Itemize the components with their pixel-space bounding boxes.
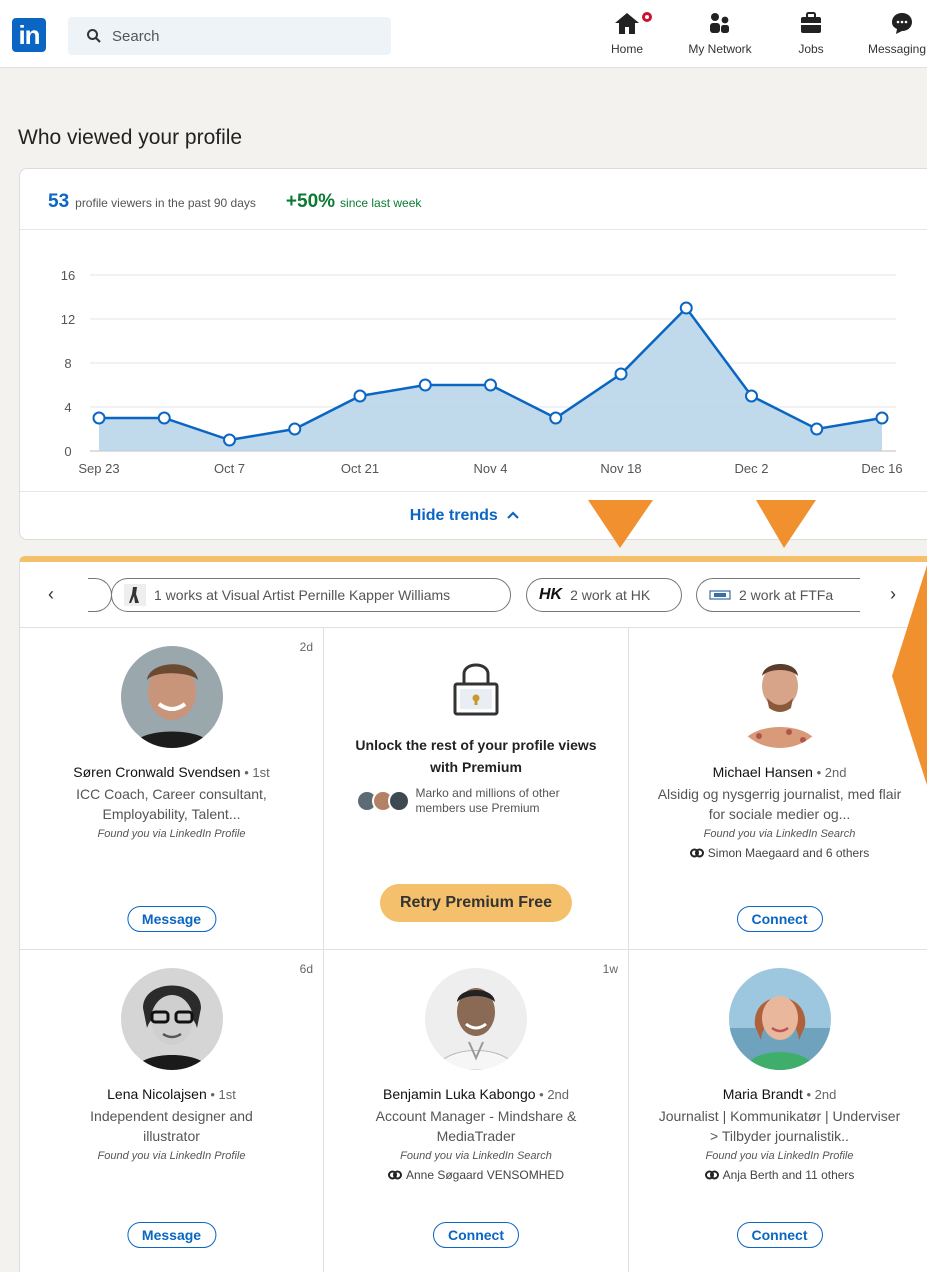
annotation-arrow-down: [756, 500, 816, 548]
annotation-arrow-down: [588, 500, 653, 548]
annotation-overlay: [588, 500, 927, 786]
annotation-arrow-left: [892, 565, 927, 786]
